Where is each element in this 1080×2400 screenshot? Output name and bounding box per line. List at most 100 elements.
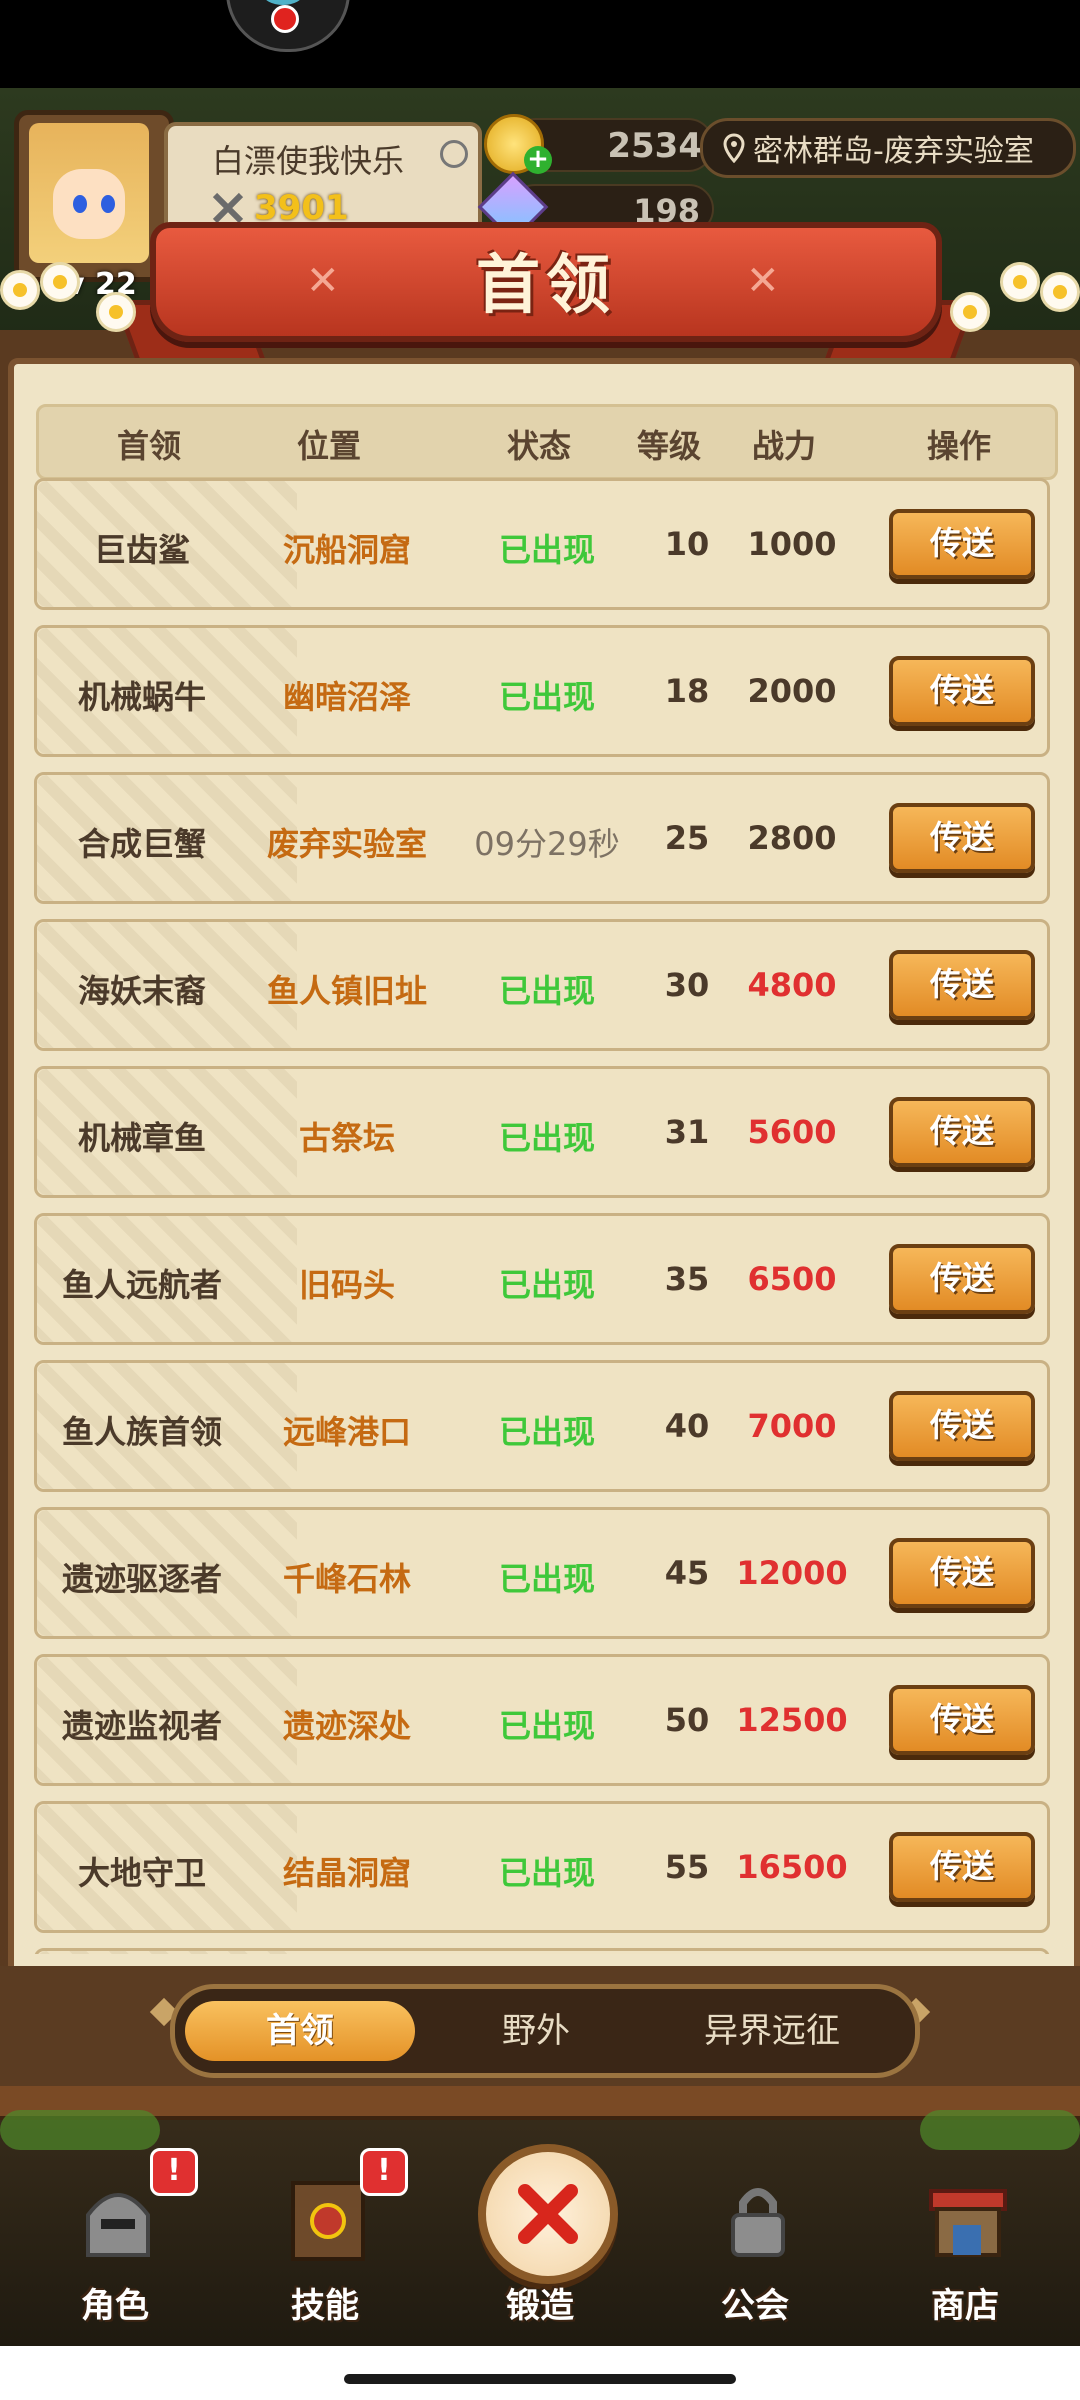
teleport-button[interactable]: 传送: [889, 803, 1035, 873]
boss-level: 30: [664, 966, 710, 1004]
table-row: 遗迹驱逐者 千峰石林 已出现 45 12000 传送: [34, 1507, 1050, 1639]
boss-location: 废弃实验室: [266, 825, 427, 863]
boss-location: 鱼人镇旧址: [266, 972, 427, 1010]
teleport-button[interactable]: 传送: [889, 656, 1035, 726]
boss-status: 已出现: [498, 678, 595, 716]
page-title: 首领: [476, 249, 616, 323]
boss-location: 幽暗沼泽: [282, 678, 411, 716]
banner-ornament-right-icon: ✕: [746, 258, 780, 304]
boss-level: 50: [664, 1701, 710, 1739]
boss-power: 2800: [747, 819, 837, 857]
location-button[interactable]: 密林群岛-废弃实验室: [700, 118, 1076, 178]
teleport-button[interactable]: 传送: [889, 509, 1035, 579]
boss-power: 16500: [736, 1848, 848, 1886]
boss-rows[interactable]: 巨齿鲨 沉船洞窟 已出现 10 1000 传送 机械蜗牛 幽暗沼泽 已出现 18 2000 传送 合成巨…: [34, 478, 1054, 1954]
teleport-button[interactable]: 传送: [889, 1685, 1035, 1755]
nav-forge[interactable]: 锻造: [465, 2160, 615, 2330]
teleport-button[interactable]: 传送: [889, 1391, 1035, 1461]
boss-level: 10: [664, 525, 710, 563]
location-pin-icon: [723, 133, 745, 163]
nav-forge-label: 锻造: [506, 2286, 574, 2326]
table-row: 机械蜗牛 幽暗沼泽 已出现 18 2000 传送: [34, 625, 1050, 757]
table-row: 大地守卫 结晶洞窟 已出现 55 16500 传送: [34, 1801, 1050, 1933]
location-text: 密林群岛-废弃实验室: [753, 134, 1034, 169]
boss-name: 合成巨蟹: [77, 825, 206, 863]
boss-power: 6500: [747, 1260, 837, 1298]
coin-counter[interactable]: + 2534: [484, 114, 714, 174]
boss-name: 鱼人远航者: [61, 1266, 222, 1304]
header-status: 状态: [506, 427, 571, 465]
boss-power: 4800: [747, 966, 837, 1004]
table-row: 鱼人族首领 远峰港口 已出现 40 7000 传送: [34, 1360, 1050, 1492]
boss-name: 巨齿鲨: [93, 531, 190, 569]
boss-status: 已出现: [498, 1560, 595, 1598]
boss-location: 沉船洞窟: [282, 531, 411, 569]
avatar-eye-right: [101, 195, 115, 213]
teleport-button[interactable]: 传送: [889, 950, 1035, 1020]
pin-icon: [440, 140, 468, 168]
skills-alert-badge: !: [360, 2148, 408, 2196]
nav-shop[interactable]: 商店: [890, 2160, 1040, 2330]
tab-wild[interactable]: 野外: [421, 2001, 651, 2061]
nav-guild-label: 公会: [721, 2286, 789, 2326]
leaf-decoration-left: [0, 2110, 160, 2150]
header-action: 操作: [926, 427, 991, 465]
system-navigation-area: [0, 2346, 1080, 2400]
boss-name: 机械蜗牛: [77, 678, 206, 716]
nav-skills[interactable]: ! 技能: [250, 2148, 408, 2330]
boss-level: 55: [664, 1848, 710, 1886]
table-row: 海妖末裔 鱼人镇旧址 已出现 30 4800 传送: [34, 919, 1050, 1051]
boss-level: 45: [664, 1554, 710, 1592]
coin-value: 2534: [607, 126, 702, 166]
nav-character[interactable]: ! 角色: [40, 2148, 198, 2330]
character-alert-badge: !: [150, 2148, 198, 2196]
nav-guild[interactable]: 公会: [680, 2160, 830, 2330]
avatar-eye-left: [73, 195, 87, 213]
boss-level: 25: [664, 819, 710, 857]
avatar: [29, 123, 149, 263]
status-bar: [0, 0, 1080, 88]
boss-location: 千峰石林: [282, 1560, 411, 1598]
boss-name: 鱼人族首领: [61, 1413, 222, 1451]
home-indicator[interactable]: [344, 2374, 736, 2384]
boss-status: 已出现: [498, 1119, 595, 1157]
boss-status: 已出现: [498, 1707, 595, 1745]
teleport-button[interactable]: 传送: [889, 1097, 1035, 1167]
teleport-button[interactable]: 传送: [889, 1244, 1035, 1314]
floating-assistant-bubble[interactable]: [226, 0, 350, 52]
boss-power: 1000: [747, 525, 837, 563]
table-row: 天空守卫魔瓜山顶已出现6017000传送: [34, 1948, 1050, 1954]
boss-name: 遗迹驱逐者: [61, 1560, 222, 1598]
table-row: 机械章鱼 古祭坛 已出现 31 5600 传送: [34, 1066, 1050, 1198]
header-power: 战力: [751, 427, 816, 465]
teleport-button[interactable]: 传送: [889, 1832, 1035, 1902]
boss-status: 已出现: [498, 1854, 595, 1892]
table-row: 巨齿鲨 沉船洞窟 已出现 10 1000 传送: [34, 478, 1050, 610]
boss-location: 结晶洞窟: [282, 1854, 411, 1892]
shop-icon: [918, 2170, 1018, 2270]
boss-status: 已出现: [498, 1266, 595, 1304]
header-level: 等级: [636, 427, 701, 465]
table-header: 首领 位置 状态 等级 战力 操作: [36, 404, 1058, 480]
flower-decoration-right: [950, 262, 1080, 332]
boss-power: 2000: [747, 672, 837, 710]
nav-shop-label: 商店: [931, 2286, 999, 2326]
boss-power: 7000: [747, 1407, 837, 1445]
player-name: 白漂使我快乐: [212, 142, 405, 180]
title-banner: ✕ 首领 ✕: [150, 222, 942, 342]
add-coins-plus-icon[interactable]: +: [524, 146, 552, 174]
boss-status: 已出现: [498, 1413, 595, 1451]
boss-list-panel: 首领 位置 状态 等级 战力 操作 巨齿鲨 沉船洞窟 已出现 10 1000 传送 机械蜗牛…: [8, 358, 1080, 1978]
boss-level: 18: [664, 672, 710, 710]
nav-character-label: 角色: [81, 2286, 149, 2326]
lock-icon: [708, 2170, 808, 2270]
boss-location: 旧码头: [298, 1266, 395, 1304]
boss-level: 40: [664, 1407, 710, 1445]
notification-dot: [271, 5, 299, 33]
boss-name: 大地守卫: [77, 1854, 206, 1892]
tab-boss[interactable]: 首领: [185, 2001, 415, 2061]
tab-expedition[interactable]: 异界远征: [657, 2001, 887, 2061]
boss-power: 12500: [736, 1701, 848, 1739]
boss-power: 12000: [736, 1554, 848, 1592]
teleport-button[interactable]: 传送: [889, 1538, 1035, 1608]
